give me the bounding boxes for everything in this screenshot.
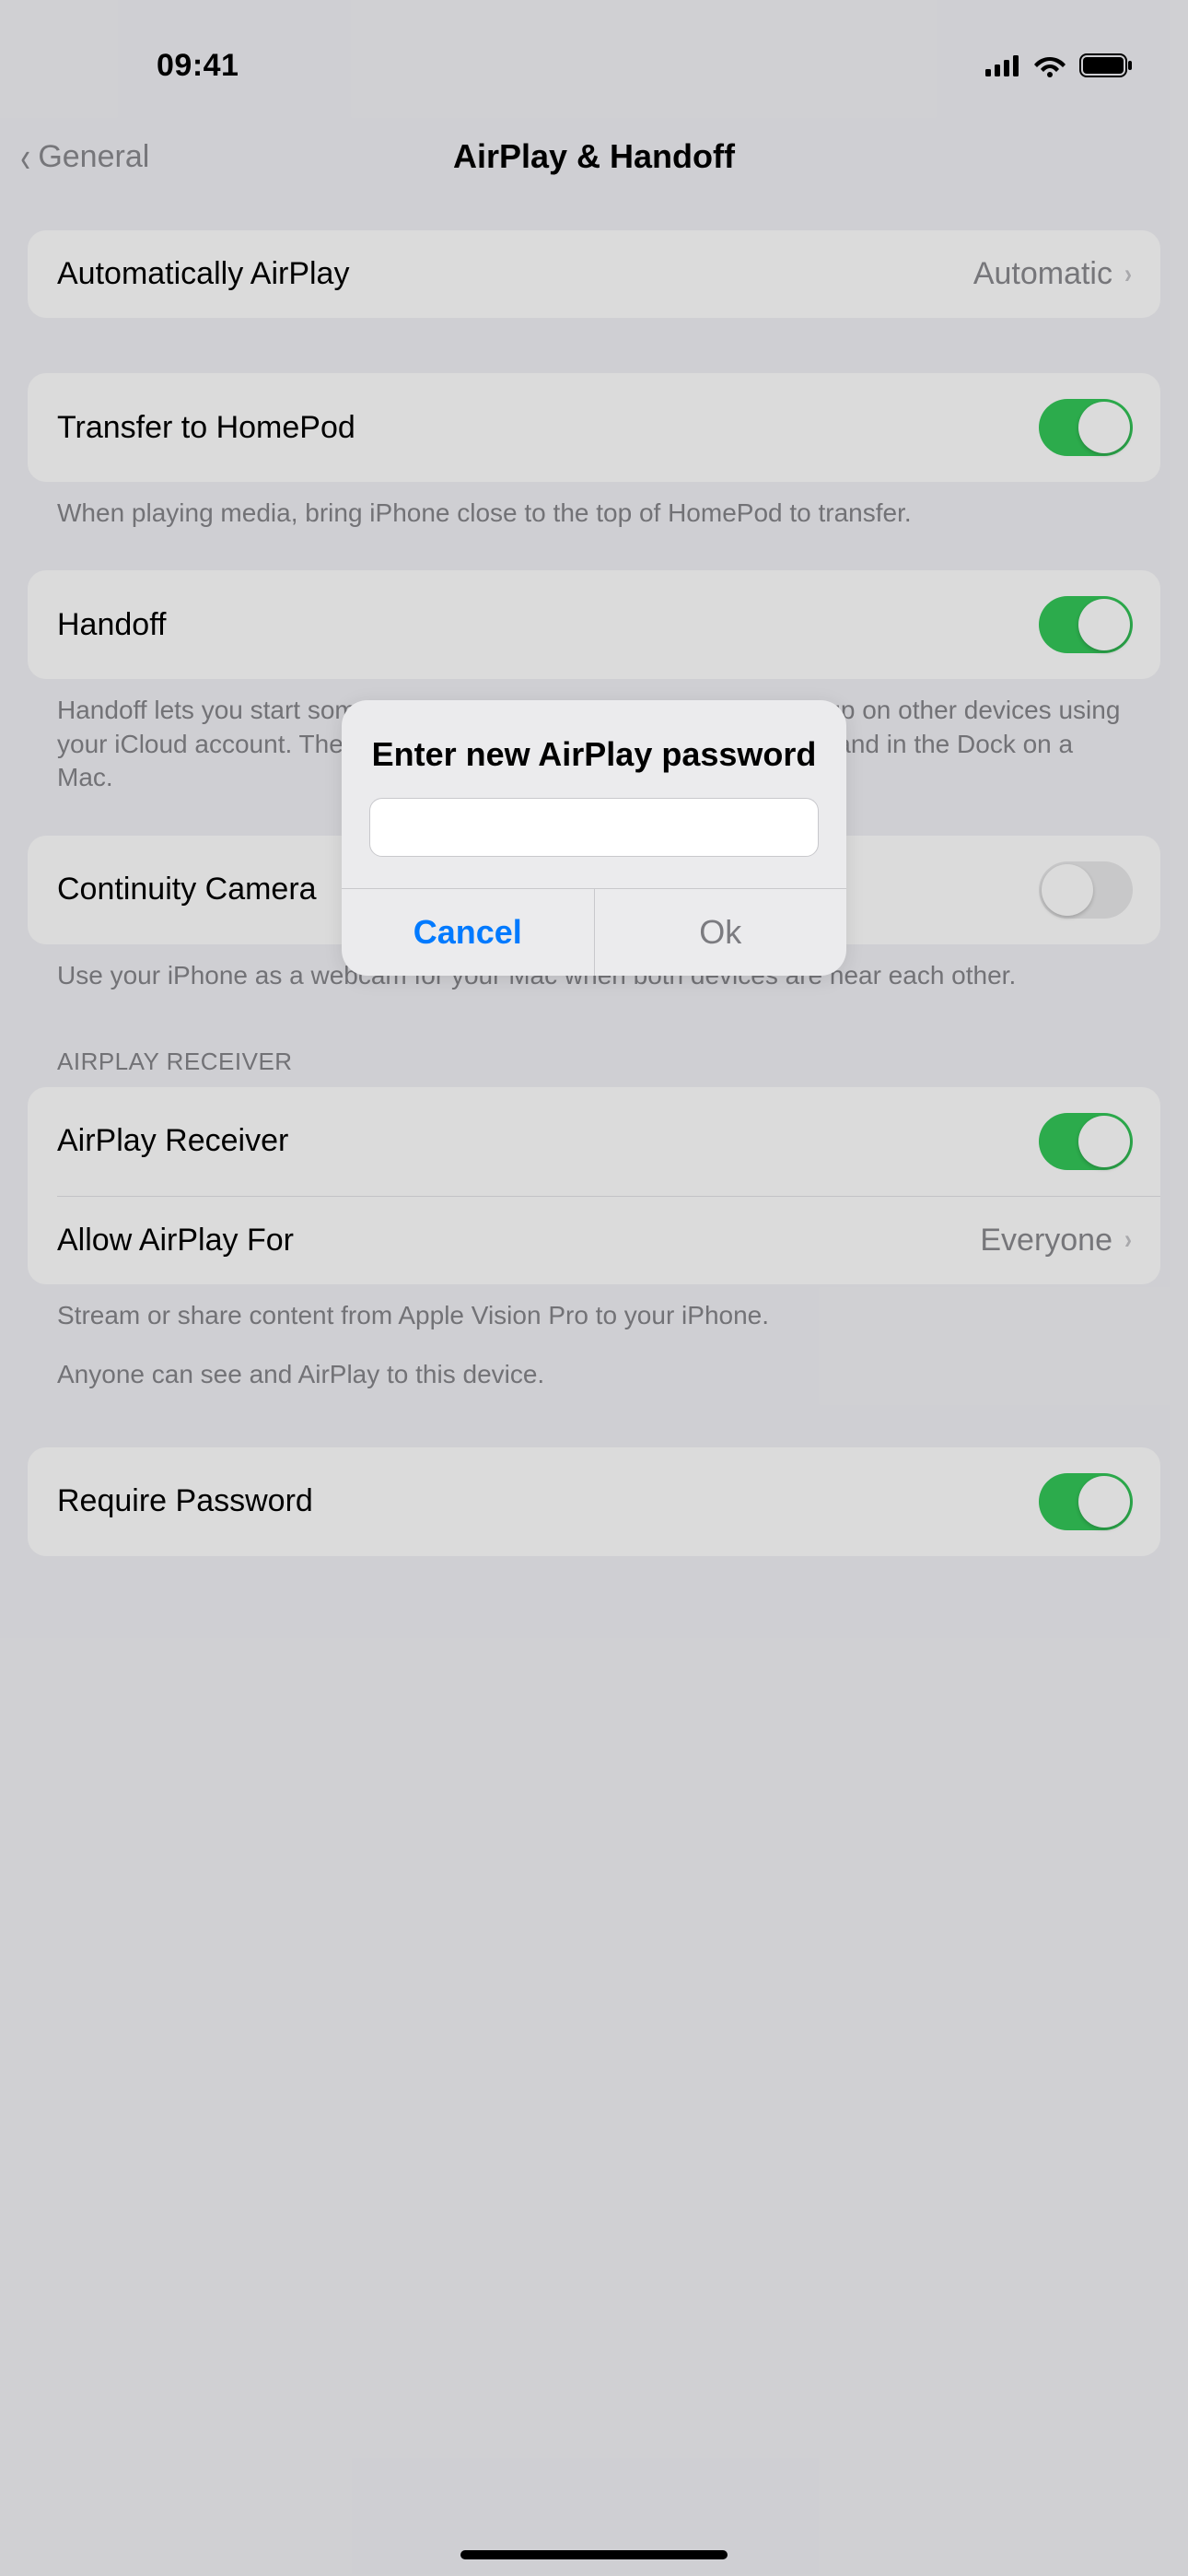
password-input[interactable] bbox=[369, 798, 819, 857]
modal-dim bbox=[0, 0, 1188, 2576]
home-indicator bbox=[460, 2550, 728, 2559]
cancel-button[interactable]: Cancel bbox=[342, 889, 595, 976]
alert-title: Enter new AirPlay password bbox=[342, 700, 846, 798]
ok-button[interactable]: Ok bbox=[595, 889, 847, 976]
settings-airplay-screen: 09:41 ‹ General AirPla bbox=[0, 0, 1188, 2576]
password-alert: Enter new AirPlay password Cancel Ok bbox=[342, 700, 846, 976]
alert-buttons: Cancel Ok bbox=[342, 888, 846, 976]
